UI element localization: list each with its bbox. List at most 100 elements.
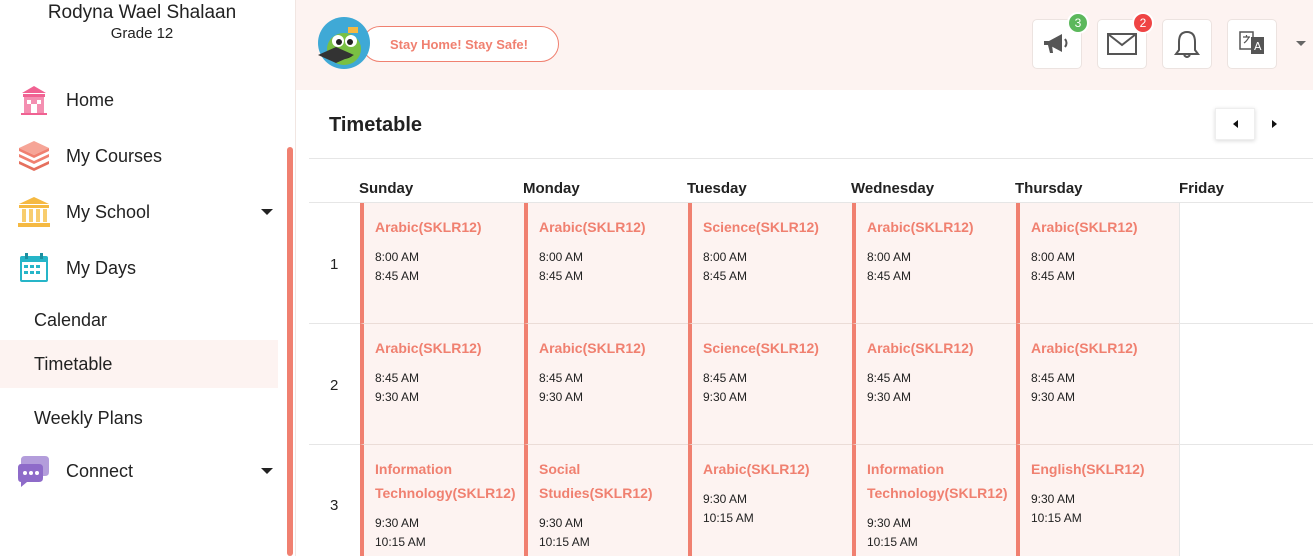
start-time: 8:45 AM [1031, 371, 1076, 385]
end-time: 9:30 AM [1031, 390, 1076, 404]
timetable-cell[interactable]: Arabic(SKLR12) 9:30 AM 10:15 AM [688, 445, 852, 556]
subject-label: Information Technology(SKLR12) [375, 461, 516, 501]
messages-badge: 2 [1132, 12, 1154, 34]
calendar-icon [17, 251, 51, 285]
end-time: 10:15 AM [867, 535, 918, 549]
announcements-badge: 3 [1067, 12, 1089, 34]
sidebar-item-weekly-plans[interactable]: Weekly Plans [0, 394, 278, 442]
end-time: 10:15 AM [375, 535, 426, 549]
start-time: 8:45 AM [375, 371, 420, 385]
school-building-icon [17, 83, 51, 117]
subject-label: Arabic(SKLR12) [539, 340, 646, 356]
subject-label: Arabic(SKLR12) [867, 219, 974, 235]
start-time: 8:00 AM [539, 250, 584, 264]
sidebar-scrollbar[interactable] [287, 147, 293, 556]
subject-label: Science(SKLR12) [703, 219, 819, 235]
sidebar-item-home[interactable]: Home [0, 77, 278, 123]
start-time: 8:00 AM [867, 250, 912, 264]
subject-label: English(SKLR12) [1031, 461, 1145, 477]
next-week-button[interactable] [1259, 108, 1289, 140]
chat-bubbles-icon [17, 454, 51, 488]
start-time: 8:45 AM [539, 371, 584, 385]
timetable-cell[interactable]: Arabic(SKLR12) 8:45 AM 9:30 AM [360, 324, 524, 445]
subject-label: Arabic(SKLR12) [1031, 340, 1138, 356]
sidebar-item-label: Timetable [34, 353, 113, 374]
timetable-cell[interactable]: Arabic(SKLR12) 8:00 AM 8:45 AM [852, 203, 1016, 324]
sidebar-item-label: Connect [66, 460, 134, 481]
day-header-thursday: Thursday [1015, 180, 1083, 197]
empty-cell [1179, 324, 1313, 445]
timetable-cell[interactable]: Arabic(SKLR12) 8:45 AM 9:30 AM [524, 324, 688, 445]
end-time: 8:45 AM [375, 269, 420, 283]
end-time: 9:30 AM [703, 390, 748, 404]
sidebar-item-my-courses[interactable]: My Courses [0, 133, 278, 179]
sidebar-item-timetable[interactable]: Timetable [0, 340, 278, 388]
period-number: 1 [330, 256, 339, 273]
day-header-tuesday: Tuesday [687, 180, 747, 197]
end-time: 8:45 AM [867, 269, 912, 283]
start-time: 9:30 AM [539, 516, 584, 530]
timetable-panel: Timetable Sunday Monday Tuesday Wednesda… [309, 90, 1313, 556]
start-time: 9:30 AM [703, 492, 748, 506]
start-time: 9:30 AM [867, 516, 912, 530]
translate-icon: A [1239, 31, 1264, 54]
mascot-icon [314, 15, 374, 71]
timetable-cell[interactable]: English(SKLR12) 9:30 AM 10:15 AM [1016, 445, 1180, 556]
language-button[interactable]: A [1227, 19, 1277, 69]
sidebar-item-label: My Days [66, 257, 137, 278]
sidebar-item-label: Home [66, 89, 115, 110]
megaphone-icon [1044, 34, 1068, 53]
announcements-button[interactable]: 3 [1032, 12, 1089, 69]
start-time: 8:45 AM [867, 371, 912, 385]
stay-safe-banner[interactable]: Stay Home! Stay Safe! [362, 26, 559, 62]
top-bar: Stay Home! Stay Safe! 3 2 A [296, 0, 1313, 90]
timetable-cell[interactable]: Social Studies(SKLR12) 9:30 AM 10:15 AM [524, 445, 688, 556]
timetable-cell[interactable]: Arabic(SKLR12) 8:00 AM 8:45 AM [360, 203, 524, 324]
timetable-cell[interactable]: Arabic(SKLR12) 8:00 AM 8:45 AM [524, 203, 688, 324]
empty-cell [1179, 445, 1313, 556]
sidebar-item-label: My Courses [66, 145, 163, 166]
chevron-down-icon[interactable] [1296, 41, 1306, 46]
subject-label: Arabic(SKLR12) [1031, 219, 1138, 235]
period-number: 2 [330, 377, 339, 394]
notifications-button[interactable] [1162, 19, 1212, 69]
previous-week-button[interactable] [1215, 108, 1255, 140]
sidebar-item-my-days[interactable]: My Days [0, 245, 278, 291]
sidebar-item-calendar[interactable]: Calendar [0, 296, 278, 344]
start-time: 8:45 AM [703, 371, 748, 385]
timetable-cell[interactable]: Science(SKLR12) 8:45 AM 9:30 AM [688, 324, 852, 445]
institution-columns-icon [17, 195, 51, 229]
empty-cell [1179, 203, 1313, 324]
subject-label: Information Technology(SKLR12) [867, 461, 1008, 501]
timetable-cell[interactable]: Arabic(SKLR12) 8:45 AM 9:30 AM [1016, 324, 1180, 445]
sidebar-item-label: My School [66, 201, 151, 222]
end-time: 9:30 AM [375, 390, 420, 404]
header-divider [309, 158, 1313, 159]
subject-label: Arabic(SKLR12) [867, 340, 974, 356]
subject-label: Arabic(SKLR12) [375, 340, 482, 356]
messages-button[interactable]: 2 [1097, 12, 1154, 69]
subject-label: Science(SKLR12) [703, 340, 819, 356]
chevron-down-icon[interactable] [261, 209, 273, 215]
subject-label: Arabic(SKLR12) [375, 219, 482, 235]
timetable-cell[interactable]: Arabic(SKLR12) 8:00 AM 8:45 AM [1016, 203, 1180, 324]
day-header-friday: Friday [1179, 180, 1225, 197]
timetable-cell[interactable]: Arabic(SKLR12) 8:45 AM 9:30 AM [852, 324, 1016, 445]
timetable-cell[interactable]: Science(SKLR12) 8:00 AM 8:45 AM [688, 203, 852, 324]
sidebar-item-connect[interactable]: Connect [0, 448, 278, 494]
period-number: 3 [330, 497, 339, 514]
end-time: 8:45 AM [1031, 269, 1076, 283]
sidebar-item-my-school[interactable]: My School [0, 189, 278, 235]
subject-label: Arabic(SKLR12) [703, 461, 810, 477]
chevron-down-icon[interactable] [261, 468, 273, 474]
subject-label: Social Studies(SKLR12) [539, 461, 653, 501]
timetable-cell[interactable]: Information Technology(SKLR12) 9:30 AM 1… [852, 445, 1016, 556]
page-title: Timetable [329, 114, 422, 136]
start-time: 8:00 AM [375, 250, 420, 264]
end-time: 10:15 AM [1031, 511, 1082, 525]
bell-icon [1174, 30, 1200, 58]
start-time: 9:30 AM [1031, 492, 1076, 506]
day-header-wednesday: Wednesday [851, 180, 935, 197]
timetable-cell[interactable]: Information Technology(SKLR12) 9:30 AM 1… [360, 445, 524, 556]
sidebar-item-label: Calendar [34, 309, 108, 330]
